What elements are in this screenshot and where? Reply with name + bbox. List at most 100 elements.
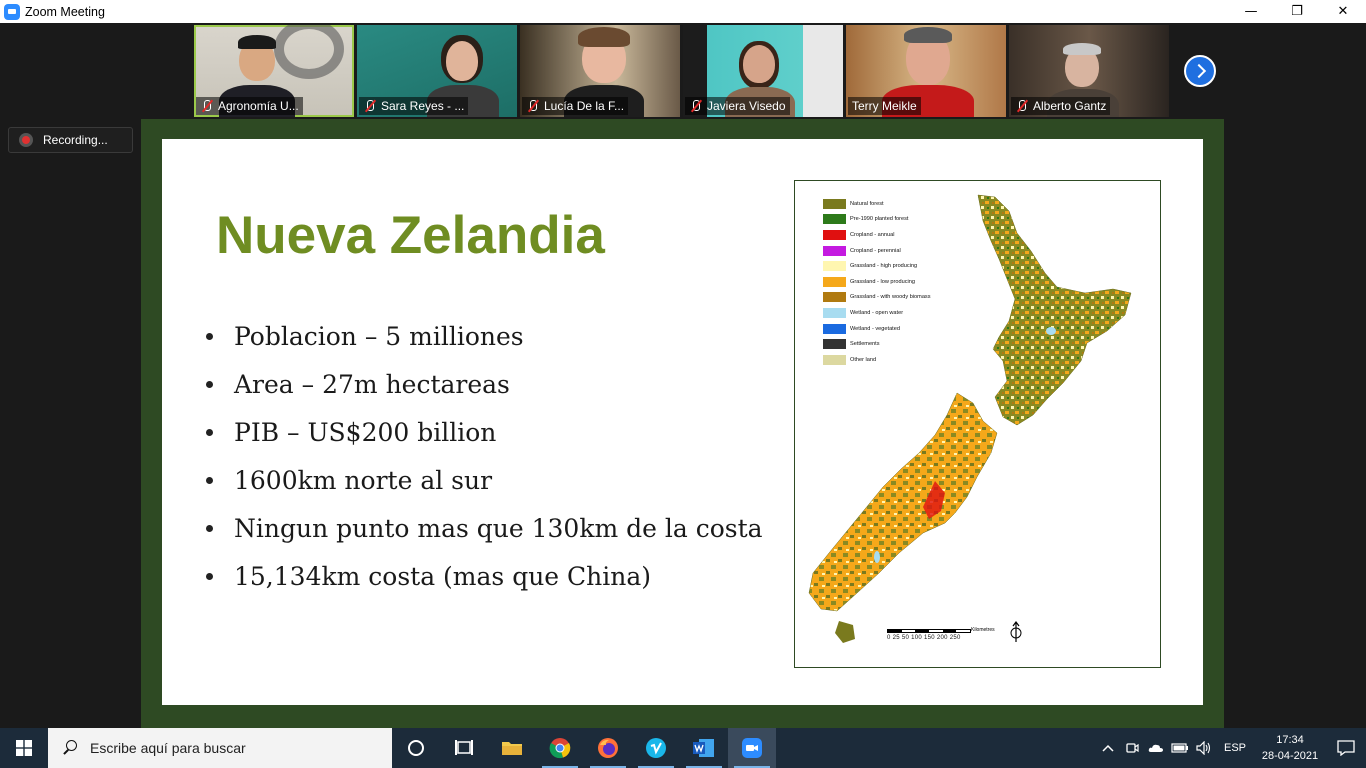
windows-taskbar: Escribe aquí para buscar ESP 17:34 28-04…	[0, 728, 1366, 768]
participant-name: Sara Reyes - ...	[381, 99, 465, 113]
taskbar-firefox[interactable]	[584, 728, 632, 768]
show-hidden-icons-chevron-up-icon[interactable]	[1096, 728, 1120, 768]
folder-icon	[502, 742, 522, 755]
task-view-button[interactable]	[440, 728, 488, 768]
north-island-shape	[977, 194, 1132, 426]
participant-name-bar: Alberto Gantz	[1011, 97, 1111, 115]
microphone-muted-icon	[526, 99, 540, 113]
volume-speaker-icon[interactable]	[1192, 728, 1216, 768]
participant-gallery: Agronomía U... Sara Reyes - ... Lucía De…	[194, 25, 1169, 117]
battery-icon[interactable]	[1168, 728, 1192, 768]
participant-tile[interactable]: Lucía De la F...	[520, 25, 680, 117]
scale-ticks: 0 25 50 100 150 200 250	[887, 635, 961, 641]
search-icon	[62, 740, 78, 756]
taskbar-search-box[interactable]: Escribe aquí para buscar	[48, 728, 392, 768]
participant-tile[interactable]: Javiera Visedo	[683, 25, 843, 117]
background-decor	[274, 25, 344, 79]
presentation-slide: Nueva Zelandia Poblacion – 5 milliones A…	[162, 139, 1203, 705]
notification-speech-bubble-icon	[1337, 740, 1355, 756]
scale-unit: Kilometres	[971, 627, 995, 633]
map-scale-bar: 0 25 50 100 150 200 250 Kilometres	[887, 627, 1007, 641]
participant-face	[446, 41, 478, 81]
recording-indicator[interactable]: Recording...	[8, 127, 133, 153]
meet-now-camera-icon[interactable]	[1120, 728, 1144, 768]
record-icon	[19, 133, 33, 147]
clock-date: 28-04-2021	[1261, 750, 1319, 762]
participant-name-bar: Sara Reyes - ...	[359, 97, 469, 115]
slide-bullet-list: Poblacion – 5 milliones Area – 27m hecta…	[202, 312, 763, 600]
participant-name: Agronomía U...	[218, 99, 299, 113]
bullet-dot	[206, 428, 213, 436]
cortana-circle-icon	[408, 740, 424, 756]
microphone-muted-icon	[363, 99, 377, 113]
slide-bullet: PIB – US$200 billion	[202, 408, 763, 456]
vimeo-icon	[646, 738, 666, 758]
participant-hair	[1063, 43, 1101, 55]
taskbar-clock[interactable]: 17:34 28-04-2021	[1254, 732, 1326, 764]
bullet-dot	[206, 572, 213, 580]
recording-label: Recording...	[43, 133, 108, 147]
participant-name: Alberto Gantz	[1033, 99, 1107, 113]
participant-hair	[904, 27, 952, 43]
window-titlebar: Zoom Meeting — ❐ ✕	[0, 0, 1366, 23]
participant-name: Terry Meikle	[852, 99, 917, 113]
bullet-dot	[206, 524, 213, 532]
cortana-button[interactable]	[392, 728, 440, 768]
onedrive-cloud-icon[interactable]	[1144, 728, 1168, 768]
task-view-icon	[455, 740, 473, 755]
windows-logo-icon	[16, 740, 32, 756]
participant-face	[743, 45, 775, 83]
stewart-island-shape	[835, 621, 855, 643]
shared-screen: Nueva Zelandia Poblacion – 5 milliones A…	[141, 119, 1224, 728]
bullet-dot	[206, 476, 213, 484]
firefox-icon	[598, 738, 618, 758]
restore-button[interactable]: ❐	[1274, 0, 1320, 23]
word-icon	[693, 739, 714, 757]
participant-tile[interactable]: Agronomía U...	[194, 25, 354, 117]
new-zealand-map	[808, 194, 1132, 643]
slide-bullet: 15,134km costa (mas que China)	[202, 552, 763, 600]
taskbar-word[interactable]	[680, 728, 728, 768]
microphone-muted-icon	[689, 99, 703, 113]
slide-bullet: Poblacion – 5 milliones	[202, 312, 763, 360]
participant-tile[interactable]: Alberto Gantz	[1009, 25, 1169, 117]
participant-name-bar: Terry Meikle	[848, 97, 921, 115]
zoom-app-icon	[742, 738, 762, 758]
input-language-indicator[interactable]: ESP	[1224, 742, 1246, 754]
bullet-dot	[206, 380, 213, 388]
taskbar-zoom[interactable]	[728, 728, 776, 768]
participant-name-bar: Lucía De la F...	[522, 97, 629, 115]
taskbar-chrome[interactable]	[536, 728, 584, 768]
system-tray: ESP 17:34 28-04-2021	[1096, 728, 1366, 768]
participant-tile[interactable]: Sara Reyes - ...	[357, 25, 517, 117]
window-controls: — ❐ ✕	[1228, 0, 1366, 23]
north-arrow-icon	[1010, 621, 1022, 642]
microphone-muted-icon	[1015, 99, 1029, 113]
participant-hair	[578, 27, 630, 47]
meeting-area: Agronomía U... Sara Reyes - ... Lucía De…	[0, 23, 1366, 728]
slide-bullet: Ningun punto mas que 130km de la costa	[202, 504, 763, 552]
close-button[interactable]: ✕	[1320, 0, 1366, 23]
slide-bullet: 1600km norte al sur	[202, 456, 763, 504]
taskbar-vimeo-app[interactable]	[632, 728, 680, 768]
window-title: Zoom Meeting	[25, 4, 105, 19]
participant-hair	[238, 35, 276, 49]
lake-shape	[1046, 327, 1056, 335]
action-center-button[interactable]	[1326, 728, 1366, 768]
chrome-icon	[549, 738, 571, 759]
participant-name-bar: Javiera Visedo	[685, 97, 790, 115]
start-button[interactable]	[0, 728, 48, 768]
scale-bar-graphic	[887, 629, 971, 633]
search-placeholder: Escribe aquí para buscar	[90, 740, 246, 756]
minimize-button[interactable]: —	[1228, 0, 1274, 23]
gallery-next-page-button[interactable]	[1184, 55, 1216, 87]
participant-name: Lucía De la F...	[544, 99, 625, 113]
lake-shape	[874, 551, 880, 563]
bullet-dot	[206, 332, 213, 340]
zoom-logo-icon	[4, 3, 20, 20]
participant-tile[interactable]: Terry Meikle	[846, 25, 1006, 117]
participant-name-bar: Agronomía U...	[196, 97, 303, 115]
microphone-muted-icon	[200, 99, 214, 113]
taskbar-file-explorer[interactable]	[488, 728, 536, 768]
slide-bullet: Area – 27m hectareas	[202, 360, 763, 408]
